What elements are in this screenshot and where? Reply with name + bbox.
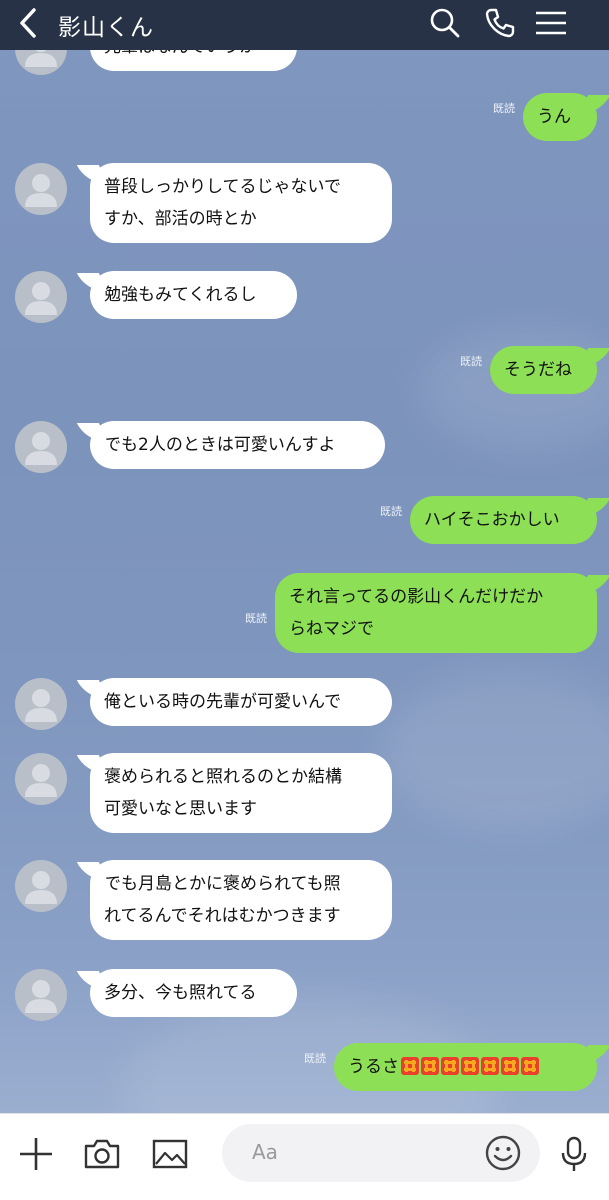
incoming-message-row: でも2人のときは可愛いんすよ [0,421,609,473]
input-bar: Aa [0,1113,609,1200]
message-input[interactable]: Aa [222,1124,540,1182]
read-receipt: 既読 [245,612,267,625]
input-placeholder: Aa [252,1140,278,1164]
chat-title: 影山くん [58,15,154,41]
anger-emoji-group [399,1051,539,1083]
read-receipt: 既読 [493,102,515,115]
avatar[interactable] [15,860,67,912]
avatar[interactable] [15,271,67,323]
message-text-line: ハイそこおかしい [424,510,560,530]
message-text-line: 可愛いなと思います [104,799,257,819]
message-text-line: そうだね [504,360,572,380]
outgoing-message-row: うるさ 既読 [0,1043,609,1091]
outgoing-message-bubble[interactable]: うるさ [334,1043,597,1091]
message-text-line: 先輩はなんていうか [104,50,283,63]
incoming-message-row: 褒められると照れるのとか結構 可愛いなと思います [0,753,609,833]
default-avatar-icon [25,689,57,722]
outgoing-message-bubble[interactable]: ハイそこおかしい [410,496,597,544]
image-icon[interactable] [150,1134,190,1174]
anger-symbol-icon [481,1057,499,1075]
message-text-line: それ言ってるの影山くんだけだか [289,587,544,607]
message-text-line: 多分、今も照れてる [104,983,257,1003]
outgoing-message-row: うん 既読 [0,93,609,141]
default-avatar-icon [25,980,57,1013]
outgoing-message-row: それ言ってるの影山くんだけだか らねマジで 既読 [0,573,609,653]
avatar[interactable] [15,969,67,1021]
incoming-message-row: 俺といる時の先輩が可愛いんで [0,678,609,730]
anger-symbol-icon [421,1057,439,1075]
camera-icon[interactable] [82,1134,122,1174]
default-avatar-icon [25,432,57,465]
incoming-message-bubble[interactable]: 多分、今も照れてる [90,969,297,1017]
avatar[interactable] [15,678,67,730]
message-text-line: 褒められると照れるのとか結構 [104,767,342,787]
anger-symbol-icon [401,1057,419,1075]
incoming-message-bubble[interactable]: 褒められると照れるのとか結構 可愛いなと思います [90,753,392,833]
back-chevron-icon[interactable] [14,6,44,40]
avatar[interactable] [15,753,67,805]
outgoing-message-bubble[interactable]: そうだね [490,346,597,394]
message-text-line: 勉強もみてくれるし [104,285,257,305]
message-text-line: すか、部活の時とか [104,209,257,229]
plus-icon[interactable] [16,1134,56,1174]
smiley-icon[interactable] [484,1134,522,1172]
incoming-message-row: 多分、今も照れてる [0,969,609,1021]
incoming-message-bubble[interactable]: でも月島とかに褒められても照 れてるんでそれはむかつきます [90,860,392,940]
read-receipt: 既読 [380,505,402,518]
avatar[interactable] [15,50,67,75]
message-text-line: れてるんでそれはむかつきます [104,906,341,926]
chat-header: 影山くん [0,0,609,50]
anger-symbol-icon [501,1057,519,1075]
incoming-message-bubble[interactable]: 先輩はなんていうか [90,50,297,71]
menu-icon[interactable] [534,6,568,40]
message-text-line: らねマジで [289,619,374,639]
outgoing-message-row: そうだね 既読 [0,346,609,394]
incoming-message-bubble[interactable]: でも2人のときは可愛いんすよ [90,421,385,469]
anger-symbol-icon [521,1057,539,1075]
message-text-line: 普段しっかりしてるじゃないで [104,177,341,197]
message-text-line: うん [537,107,571,127]
incoming-message-row: 勉強もみてくれるし [0,271,609,323]
default-avatar-icon [25,282,57,315]
search-icon[interactable] [428,6,462,40]
avatar[interactable] [15,163,67,215]
message-text-line: でも2人のときは可愛いんすよ [104,435,336,455]
read-receipt: 既読 [460,355,482,368]
incoming-message-bubble[interactable]: 俺といる時の先輩が可愛いんで [90,678,392,726]
phone-icon[interactable] [483,6,517,40]
message-text: うるさ [348,1057,399,1077]
default-avatar-icon [25,50,57,67]
outgoing-message-bubble[interactable]: うん [523,93,597,141]
incoming-message-bubble[interactable]: 勉強もみてくれるし [90,271,297,319]
incoming-message-bubble[interactable]: 普段しっかりしてるじゃないで すか、部活の時とか [90,163,392,243]
avatar[interactable] [15,421,67,473]
default-avatar-icon [25,174,57,207]
read-receipt: 既読 [304,1052,326,1065]
default-avatar-icon [25,764,57,797]
incoming-message-row: 普段しっかりしてるじゃないで すか、部活の時とか [0,163,609,243]
incoming-message-row: でも月島とかに褒められても照 れてるんでそれはむかつきます [0,860,609,940]
outgoing-message-bubble[interactable]: それ言ってるの影山くんだけだか らねマジで [275,573,597,653]
anger-symbol-icon [461,1057,479,1075]
message-text-line: でも月島とかに褒められても照 [104,874,341,894]
default-avatar-icon [25,871,57,904]
microphone-icon[interactable] [554,1134,594,1174]
incoming-message-row: 先輩はなんていうか [0,50,609,75]
chat-area[interactable]: 先輩はなんていうかうん既読普段しっかりしてるじゃないですか、部活の時とか勉強もみ… [0,50,609,1113]
message-text-line: 俺といる時の先輩が可愛いんで [104,692,342,712]
outgoing-message-row: ハイそこおかしい 既読 [0,496,609,544]
anger-symbol-icon [441,1057,459,1075]
